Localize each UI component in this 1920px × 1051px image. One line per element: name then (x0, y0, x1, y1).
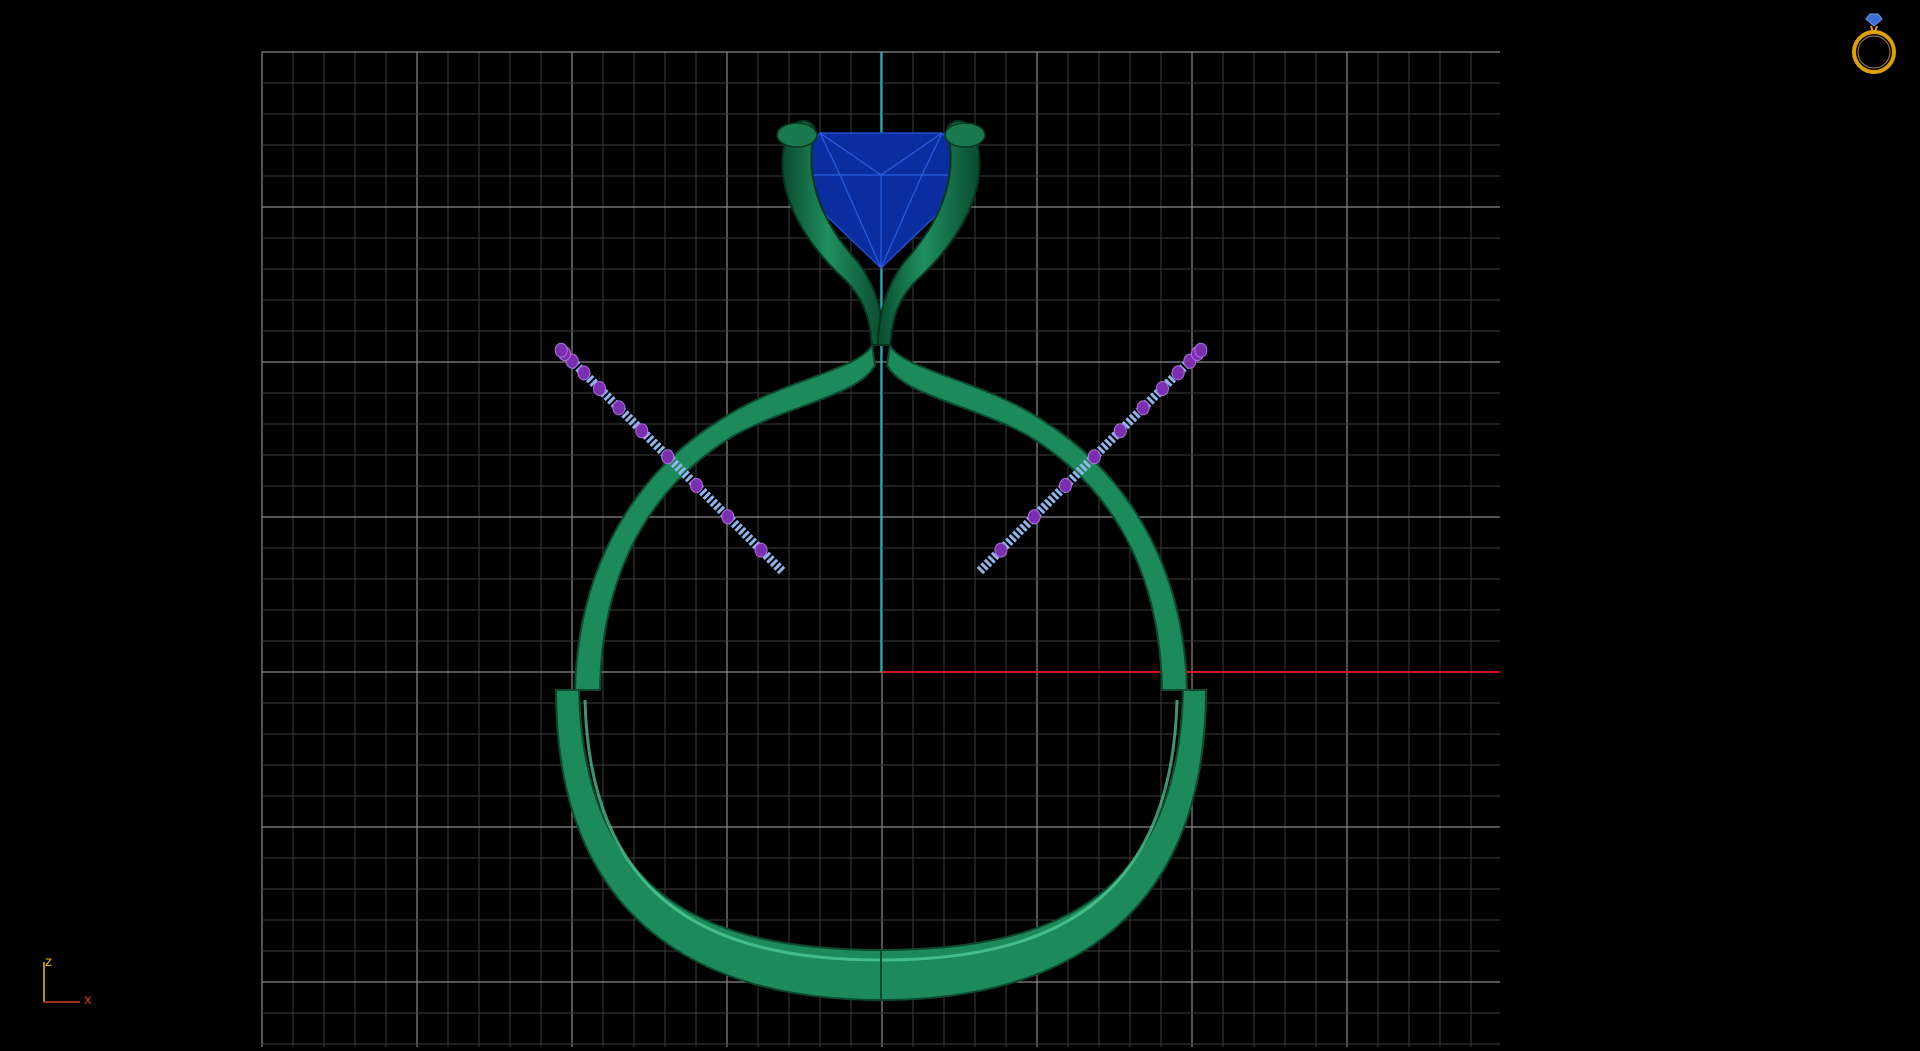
bead-prong (554, 342, 568, 358)
bead-prong (1136, 400, 1150, 416)
view-navigation-widget[interactable] (1838, 8, 1904, 78)
bead-prong (577, 365, 591, 381)
bead-prong (593, 381, 606, 396)
prong-tip-left (776, 122, 818, 148)
bead-prong (1027, 509, 1041, 525)
pave-stones-right (976, 342, 1208, 575)
axis-orientation-indicator: z x (36, 952, 106, 1008)
bead-prong (994, 542, 1008, 558)
prong-tip-right (944, 122, 986, 148)
bead-prong (661, 449, 675, 465)
bead-prong (754, 542, 768, 558)
bead-prong (1156, 381, 1169, 396)
bead-prong (1194, 342, 1208, 358)
pave-stones-left (554, 342, 786, 575)
bead-prong (690, 478, 703, 493)
bead-prong (1059, 478, 1072, 493)
bead-prong (1113, 423, 1127, 439)
bead-prong (612, 400, 626, 416)
front-view-scene[interactable] (0, 0, 1920, 1047)
axis-x-label: x (84, 993, 92, 1008)
bead-prong (1171, 365, 1185, 381)
bead-prong (635, 423, 649, 439)
3d-viewport[interactable]: z x (0, 0, 1920, 1047)
ring-icon[interactable] (1838, 8, 1904, 78)
axis-z-label: z (45, 955, 52, 970)
bead-prong (721, 509, 735, 525)
bead-prong (1087, 449, 1101, 465)
